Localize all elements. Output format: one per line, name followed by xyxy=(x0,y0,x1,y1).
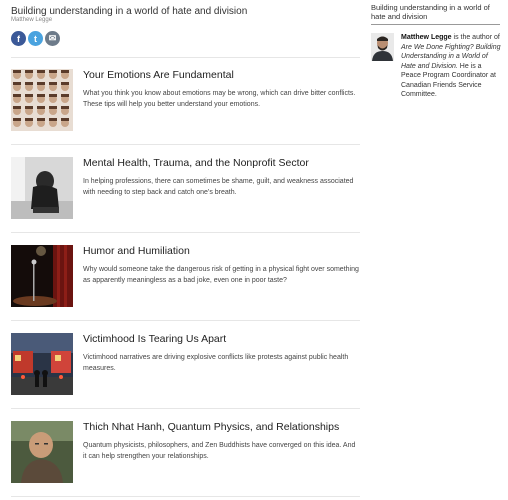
stage-microphone-icon[interactable] xyxy=(11,245,73,307)
sad-person-icon[interactable] xyxy=(11,157,73,219)
post-description: In helping professions, there can someti… xyxy=(83,178,354,196)
faces-grid-icon[interactable] xyxy=(11,69,73,131)
facebook-share-button[interactable]: f xyxy=(11,31,26,46)
email-share-button[interactable]: ✉ xyxy=(45,31,60,46)
post-description: Why would someone take the dangerous ris… xyxy=(83,266,359,284)
share-buttons: f t ✉ xyxy=(11,31,60,46)
author-bio-text: is the author of xyxy=(451,34,500,41)
blog-author[interactable]: Matthew Legge xyxy=(11,17,52,23)
post-item: Humor and Humiliation Why would someone … xyxy=(11,233,360,321)
post-item: Your Emotions Are Fundamental What you t… xyxy=(11,57,360,145)
post-title[interactable]: Mental Health, Trauma, and the Nonprofit… xyxy=(83,157,309,169)
facebook-icon: f xyxy=(17,33,20,44)
post-description: What you think you know about emotions m… xyxy=(83,90,356,108)
twitter-share-button[interactable]: t xyxy=(28,31,43,46)
author-avatar xyxy=(371,33,394,61)
post-description: Victimhood narratives are driving explos… xyxy=(83,354,349,372)
post-item: Thich Nhat Hanh, Quantum Physics, and Re… xyxy=(11,409,360,497)
post-item: Mental Health, Trauma, and the Nonprofit… xyxy=(11,145,360,233)
post-title[interactable]: Your Emotions Are Fundamental xyxy=(83,69,234,81)
sidebar-subtitle: Building understanding in a world of hat… xyxy=(371,3,490,21)
street-protest-icon[interactable] xyxy=(11,333,73,395)
post-description: Quantum physicists, philosophers, and Ze… xyxy=(83,442,356,460)
post-title[interactable]: Victimhood Is Tearing Us Apart xyxy=(83,333,226,345)
post-item: Victimhood Is Tearing Us Apart Victimhoo… xyxy=(11,321,360,409)
author-bio: Matthew Legge is the author of Are We Do… xyxy=(401,33,501,100)
blog-tagline: Building understanding in a world of hat… xyxy=(11,6,248,17)
sidebar-divider xyxy=(371,24,500,25)
post-title[interactable]: Humor and Humiliation xyxy=(83,245,190,257)
monk-portrait-icon[interactable] xyxy=(11,421,73,483)
author-bio-name: Matthew Legge xyxy=(401,34,452,41)
post-title[interactable]: Thich Nhat Hanh, Quantum Physics, and Re… xyxy=(83,421,339,433)
twitter-icon: t xyxy=(34,33,37,44)
author-book-title[interactable]: Are We Done Fighting? Building Understan… xyxy=(401,44,500,70)
email-icon: ✉ xyxy=(48,33,57,43)
